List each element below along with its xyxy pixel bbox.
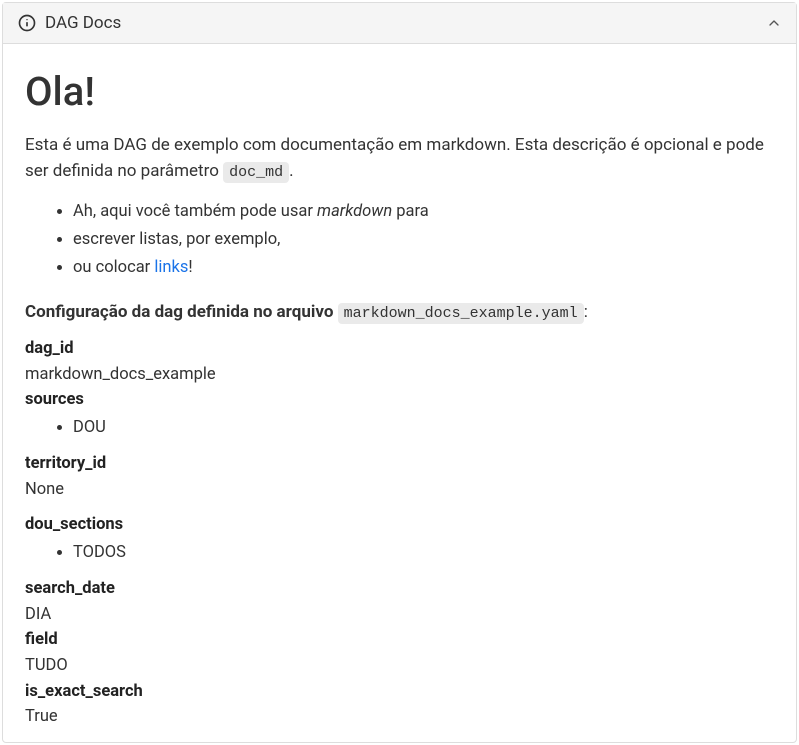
bullet-list: Ah, aqui você também pode usar markdown …: [25, 198, 774, 282]
inline-code-doc-md: doc_md: [223, 162, 289, 183]
config-label: Configuração da dag definida no arquivo …: [25, 302, 774, 322]
config-value-field: TUDO: [25, 653, 774, 679]
panel-header-left: DAG Docs: [17, 13, 121, 33]
config-value-search-date: DIA: [25, 602, 774, 628]
dou-sections-list: TODOS: [25, 540, 774, 566]
config-key-field: field: [25, 627, 774, 653]
dag-docs-panel: DAG Docs Ola! Esta é uma DAG de exemplo …: [2, 2, 797, 743]
bullet-text: Ah, aqui você também pode usar: [73, 202, 317, 221]
doc-heading: Ola!: [25, 68, 774, 115]
bullet-text: ou colocar: [73, 258, 154, 277]
panel-body: Ola! Esta é uma DAG de exemplo com docum…: [3, 44, 796, 742]
config-value-dag-id: markdown_docs_example: [25, 362, 774, 388]
config-label-text: Configuração da dag definida no arquivo: [25, 302, 338, 322]
intro-suffix: .: [289, 161, 293, 181]
list-item: TODOS: [73, 540, 774, 566]
bullet-text: para: [392, 202, 429, 221]
chevron-up-icon: [766, 15, 782, 31]
config-key-dag-id: dag_id: [25, 336, 774, 362]
config-key-is-exact-search: is_exact_search: [25, 679, 774, 705]
inline-code-yaml: markdown_docs_example.yaml: [338, 303, 584, 324]
config-value-dou-sections: TODOS: [25, 540, 774, 566]
list-item: DOU: [73, 415, 774, 441]
list-item: ou colocar links!: [73, 254, 774, 282]
config-value-territory-id: None: [25, 477, 774, 503]
config-value-is-exact-search: True: [25, 704, 774, 730]
bullet-text: !: [188, 258, 192, 277]
config-key-search-date: search_date: [25, 576, 774, 602]
intro-paragraph: Esta é uma DAG de exemplo com documentaç…: [25, 133, 774, 184]
config-key-territory-id: territory_id: [25, 451, 774, 477]
config-value-sources: DOU: [25, 415, 774, 441]
config-definition-list: dag_id markdown_docs_example sources DOU…: [25, 336, 774, 730]
emphasis-markdown: markdown: [317, 202, 392, 221]
config-key-dou-sections: dou_sections: [25, 512, 774, 538]
panel-header[interactable]: DAG Docs: [3, 3, 796, 44]
panel-title: DAG Docs: [45, 13, 121, 33]
links-link[interactable]: links: [154, 258, 188, 277]
list-item: Ah, aqui você também pode usar markdown …: [73, 198, 774, 226]
sources-list: DOU: [25, 415, 774, 441]
intro-text: Esta é uma DAG de exemplo com documentaç…: [25, 135, 764, 181]
list-item: escrever listas, por exemplo,: [73, 226, 774, 254]
config-key-sources: sources: [25, 387, 774, 413]
info-icon: [17, 13, 37, 33]
config-label-suffix: :: [584, 302, 588, 322]
